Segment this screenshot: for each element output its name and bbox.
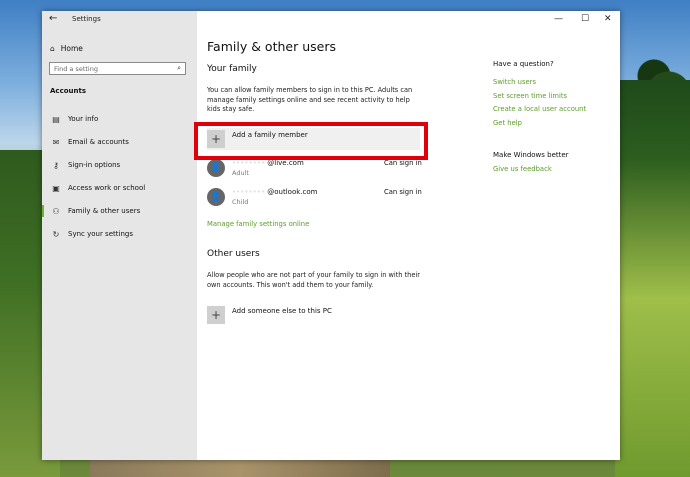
make-windows-better-heading: Make Windows better	[493, 151, 569, 159]
people-icon: ⚇	[52, 206, 60, 216]
title-bar: ← Settings — ☐ ✕	[42, 11, 620, 29]
plus-icon: +	[207, 130, 225, 148]
member-role: Child	[232, 198, 249, 206]
search-icon: ⌕	[177, 64, 181, 72]
family-member-row[interactable]: 👤 •••••••• @outlook.com Child Can sign i…	[207, 186, 422, 210]
member-domain: @outlook.com	[267, 188, 318, 196]
have-question-heading: Have a question?	[493, 60, 554, 68]
give-feedback-link[interactable]: Give us feedback	[493, 165, 552, 173]
member-status: Can sign in	[384, 188, 422, 196]
sidebar-item-your-info[interactable]: ▤ Your info	[42, 111, 197, 127]
sidebar-item-email-accounts[interactable]: ✉ Email & accounts	[42, 134, 197, 150]
screen-time-link[interactable]: Set screen time limits	[493, 92, 567, 100]
section-label-accounts: Accounts	[50, 87, 87, 95]
family-description: You can allow family members to sign in …	[207, 86, 413, 113]
window-title: Settings	[72, 15, 101, 23]
get-help-link[interactable]: Get help	[493, 119, 522, 127]
member-domain: @live.com	[267, 159, 304, 167]
background-road	[90, 459, 390, 477]
user-card-icon: ▤	[52, 114, 60, 124]
home-label: Home	[60, 43, 83, 53]
member-name-redacted: ••••••••	[232, 159, 266, 167]
background-hill-right	[615, 80, 690, 477]
family-member-row[interactable]: 👤 •••••••• @live.com Adult Can sign in	[207, 157, 422, 181]
other-users-description: Allow people who are not part of your fa…	[207, 271, 420, 289]
sidebar-item-family-users[interactable]: ⚇ Family & other users	[42, 203, 197, 219]
sidebar-item-label: Email & accounts	[68, 138, 129, 146]
member-email: •••••••• @live.com	[232, 159, 304, 167]
back-arrow-icon[interactable]: ←	[49, 13, 57, 24]
settings-window: ← Settings — ☐ ✕ ⌂ Home ⌕ Accounts ▤ You…	[42, 11, 620, 460]
sync-icon: ↻	[52, 229, 60, 239]
switch-users-link[interactable]: Switch users	[493, 78, 536, 86]
key-icon: ⚷	[53, 160, 59, 170]
local-account-link[interactable]: Create a local user account	[493, 105, 586, 113]
sidebar-item-label: Sync your settings	[68, 230, 133, 238]
close-button[interactable]: ✕	[604, 14, 612, 24]
page-title: Family & other users	[207, 39, 336, 54]
sidebar-item-sync-settings[interactable]: ↻ Sync your settings	[42, 226, 197, 242]
home-icon: ⌂	[50, 43, 55, 53]
sidebar-item-label: Sign-in options	[68, 161, 121, 169]
your-family-heading: Your family	[207, 64, 257, 74]
add-family-member-button[interactable]: + Add a family member	[207, 128, 420, 150]
mail-icon: ✉	[52, 137, 60, 147]
manage-family-link[interactable]: Manage family settings online	[207, 220, 309, 228]
briefcase-icon: ▣	[52, 183, 60, 193]
plus-icon: +	[207, 306, 225, 324]
member-role: Adult	[232, 169, 249, 177]
minimize-button[interactable]: —	[554, 14, 563, 24]
avatar-icon: 👤	[207, 188, 225, 206]
member-email: •••••••• @outlook.com	[232, 188, 317, 196]
sidebar-item-label: Access work or school	[68, 184, 146, 192]
sidebar-item-label: Your info	[68, 115, 99, 123]
avatar-icon: 👤	[207, 159, 225, 177]
other-users-heading: Other users	[207, 249, 260, 259]
member-name-redacted: ••••••••	[232, 188, 266, 196]
search-box[interactable]: ⌕	[49, 62, 186, 75]
home-nav-item[interactable]: ⌂ Home	[50, 41, 83, 55]
add-family-member-label: Add a family member	[232, 131, 308, 139]
sidebar-item-access-work[interactable]: ▣ Access work or school	[42, 180, 197, 196]
sidebar-item-label: Family & other users	[68, 207, 141, 215]
search-input[interactable]	[54, 63, 169, 74]
member-status: Can sign in	[384, 159, 422, 167]
add-someone-else-button[interactable]: + Add someone else to this PC	[207, 304, 420, 326]
sidebar-item-sign-in-options[interactable]: ⚷ Sign-in options	[42, 157, 197, 173]
maximize-button[interactable]: ☐	[581, 14, 589, 24]
add-someone-label: Add someone else to this PC	[232, 307, 332, 315]
